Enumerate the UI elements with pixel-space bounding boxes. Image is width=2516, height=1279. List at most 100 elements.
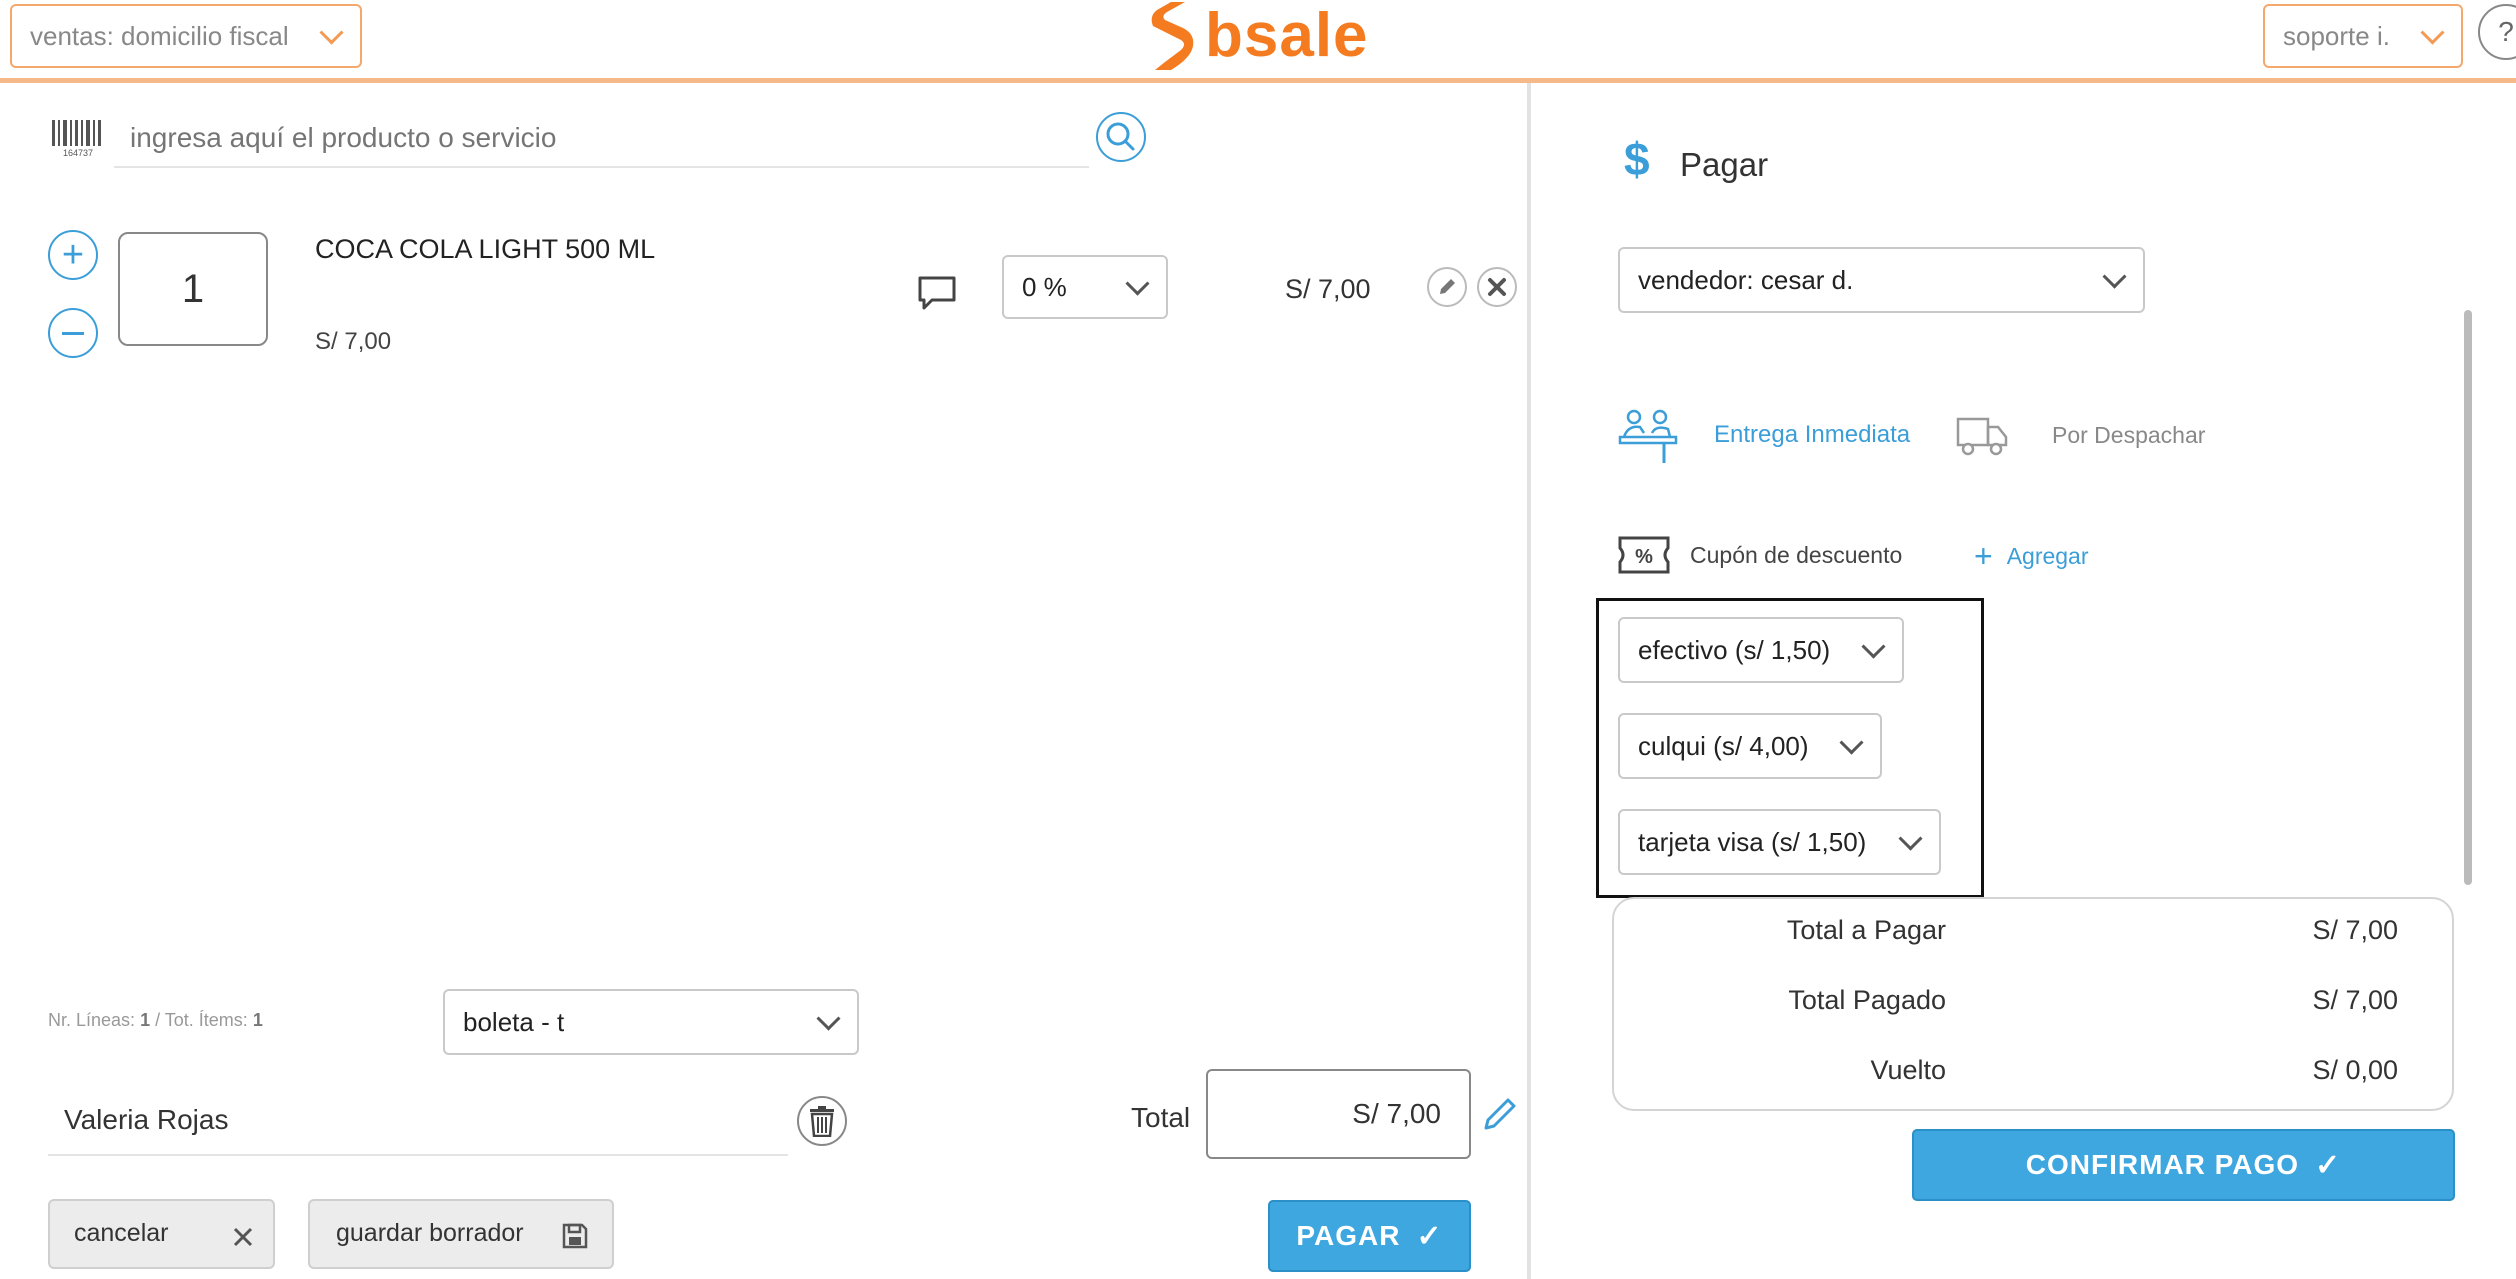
chevron-down-icon [1125,271,1150,296]
payment-method-value: culqui (s/ 4,00) [1638,730,1809,761]
coupon-row: % Cupón de descuento [1618,534,1902,576]
counter-service-icon [1618,409,1678,463]
save-icon [562,1223,588,1249]
total-paid-value: S/ 7,00 [2312,985,2398,1015]
seller-select[interactable]: vendedor: cesar d. [1618,247,2145,313]
product-name: COCA COLA LIGHT 500 ML [315,234,656,264]
document-type-value: boleta - t [463,1006,565,1037]
barcode-icon: 164737 [50,118,106,158]
line-item-counts: Nr. Líneas: 1 / Tot. Ítems: 1 [48,1010,263,1031]
svg-text:%: % [1635,546,1653,568]
total-to-pay-label: Total a Pagar [1786,915,1946,945]
branch-select-value: ventas: domicilio fiscal [30,20,289,51]
user-select-value: soporte i. [2283,20,2390,51]
lines-value: 1 [140,1010,151,1030]
cancel-label: cancelar [74,1219,169,1247]
items-label: / Tot. Ítems: [155,1010,248,1030]
add-coupon-button[interactable]: + Agregar [1974,538,2089,574]
total-paid-label: Total Pagado [1788,985,1946,1015]
lines-label: Nr. Líneas: [48,1010,136,1030]
plus-icon: + [1974,538,1993,574]
pencil-icon [1440,279,1455,294]
delivery-immediate-label: Entrega Inmediata [1714,421,1911,448]
check-icon: ✓ [1416,1219,1443,1253]
pencil-icon [1484,1098,1516,1130]
close-icon [233,1227,253,1247]
save-draft-label: guardar borrador [336,1219,524,1247]
help-button[interactable]: ? [2478,4,2516,60]
total-to-pay-value: S/ 7,00 [2312,915,2398,945]
payment-method-select-culqui[interactable]: culqui (s/ 4,00) [1618,713,1882,779]
coupon-label: Cupón de descuento [1690,541,1903,568]
client-name-value: Valeria Rojas [64,1104,229,1135]
comment-button[interactable] [916,272,958,314]
total-value: S/ 7,00 [1352,1098,1441,1129]
bsale-logo: bsale [1145,0,1405,72]
plus-icon: + [61,234,85,276]
items-value: 1 [252,1010,263,1030]
delivery-dispatch-option[interactable]: Por Despachar [1956,410,2236,460]
total-label: Total [1131,1102,1191,1133]
trash-icon [810,1106,834,1137]
search-icon [1106,122,1135,151]
chevron-down-icon [1898,826,1923,851]
increase-quantity-button[interactable]: + [48,230,98,280]
search-button[interactable] [1096,112,1146,162]
payment-summary: Total a Pagar S/ 7,00 Total Pagado S/ 7,… [1612,897,2454,1111]
pay-button[interactable]: PAGAR ✓ [1268,1200,1471,1272]
remove-item-button[interactable] [1477,267,1517,307]
bsale-logo-icon [1151,2,1194,70]
comment-icon [918,276,956,310]
dollar-icon: $ [1624,133,1650,185]
delete-client-button[interactable] [797,1096,847,1146]
discount-value: 0 % [1022,271,1067,302]
payment-method-value: efectivo (s/ 1,50) [1638,634,1831,665]
panel-divider [1527,83,1531,1279]
cancel-button[interactable]: cancelar [48,1199,275,1269]
document-type-select[interactable]: boleta - t [443,989,859,1055]
seller-value: vendedor: cesar d. [1638,264,1854,295]
close-icon [1488,278,1506,296]
chevron-down-icon [2420,20,2445,45]
delivery-immediate-option[interactable]: Entrega Inmediata [1618,404,1918,466]
edit-total-button[interactable] [1480,1094,1520,1134]
header-divider [0,78,2516,83]
client-name-field[interactable]: Valeria Rojas [48,1086,788,1156]
line-total: S/ 7,00 [1285,274,1371,304]
minus-icon [62,331,84,335]
payment-method-select-visa[interactable]: tarjeta visa (s/ 1,50) [1618,809,1941,875]
payment-method-select-cash[interactable]: efectivo (s/ 1,50) [1618,617,1904,683]
confirm-payment-label: CONFIRMAR PAGO [2025,1149,2300,1180]
payment-title: Pagar [1680,146,1769,183]
scrollbar[interactable] [2464,310,2472,885]
decrease-quantity-button[interactable] [48,308,98,358]
bsale-logo-text: bsale [1205,1,1369,70]
product-unit-price: S/ 7,00 [315,328,392,355]
save-draft-button[interactable]: guardar borrador [308,1199,614,1269]
add-coupon-label: Agregar [2006,542,2089,569]
svg-text:164737: 164737 [63,148,93,158]
check-icon: ✓ [2315,1148,2342,1182]
chevron-down-icon [319,20,344,45]
total-field[interactable]: S/ 7,00 [1206,1069,1471,1159]
confirm-payment-button[interactable]: CONFIRMAR PAGO ✓ [1912,1129,2455,1201]
chevron-down-icon [1861,634,1886,659]
chevron-down-icon [1839,730,1864,755]
discount-select[interactable]: 0 % [1002,255,1168,319]
chevron-down-icon [2102,264,2127,289]
coupon-icon: % [1618,536,1670,574]
help-icon: ? [2498,16,2514,47]
truck-icon [1956,417,2008,456]
pay-label: PAGAR [1296,1220,1401,1251]
quantity-value: 1 [181,266,205,311]
edit-item-button[interactable] [1427,267,1467,307]
product-search-input[interactable] [114,110,1089,168]
change-label: Vuelto [1870,1055,1946,1085]
chevron-down-icon [816,1006,841,1031]
quantity-input[interactable]: 1 [118,232,268,346]
change-value: S/ 0,00 [2312,1055,2398,1085]
user-select[interactable]: soporte i. [2263,4,2463,68]
branch-select[interactable]: ventas: domicilio fiscal [10,4,362,68]
payment-method-value: tarjeta visa (s/ 1,50) [1638,826,1867,857]
delivery-dispatch-label: Por Despachar [2052,421,2206,448]
